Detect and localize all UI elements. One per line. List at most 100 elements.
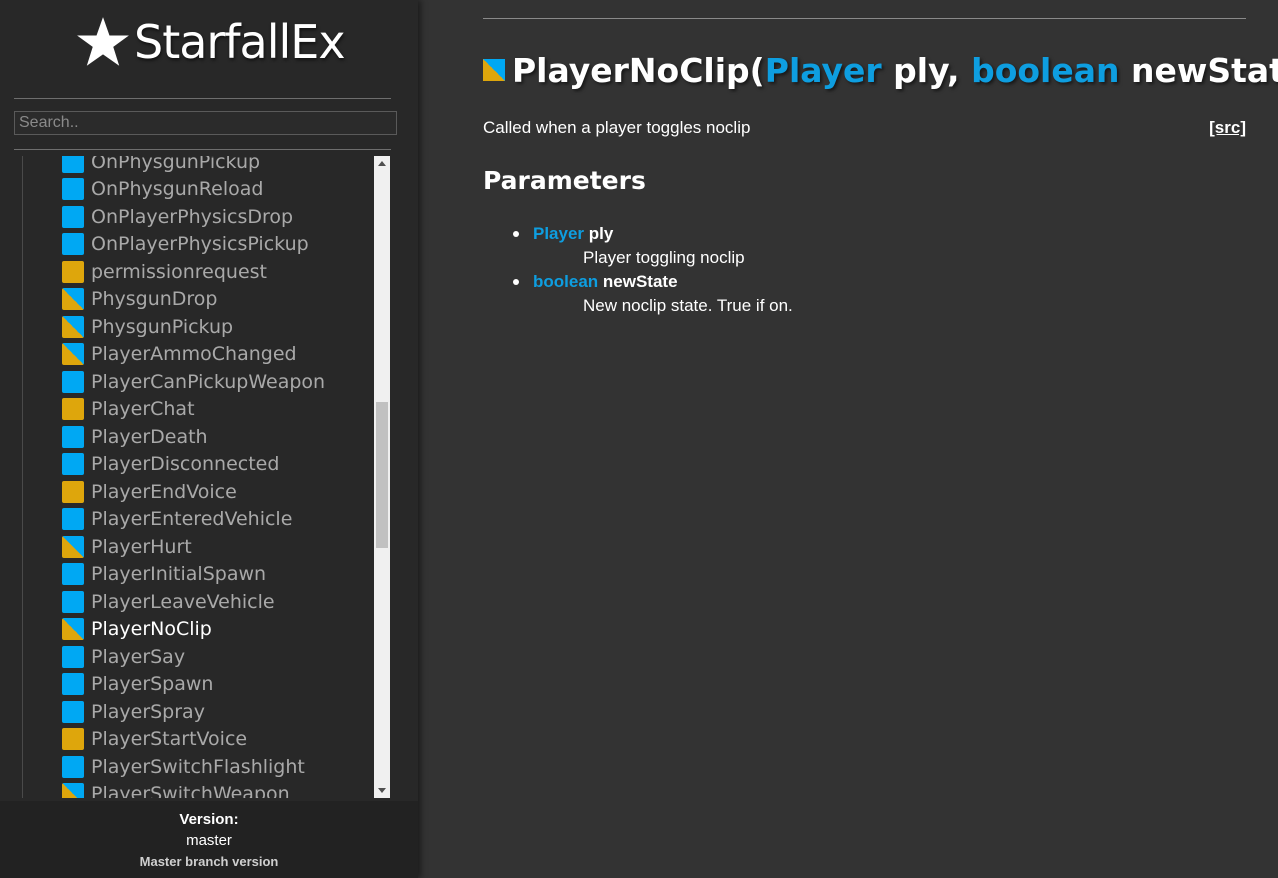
sidebar-item[interactable]: PlayerLeaveVehicle xyxy=(23,588,375,616)
shared-realm-icon xyxy=(483,59,505,81)
shared-realm-icon xyxy=(62,535,84,558)
sidebar-item[interactable]: PlayerInitialSpawn xyxy=(23,561,375,589)
scrollbar[interactable] xyxy=(374,156,390,798)
sidebar-item-label: PlayerEndVoice xyxy=(91,480,237,503)
sidebar-item[interactable]: PlayerSpray xyxy=(23,698,375,726)
sidebar-item-label: PlayerSwitchWeapon xyxy=(91,783,290,798)
parameter-signature: Player ply xyxy=(513,222,793,246)
sidebar-item-label: PlayerInitialSpawn xyxy=(91,563,267,586)
sidebar-item[interactable]: PlayerSay xyxy=(23,643,375,671)
search-input[interactable] xyxy=(14,111,397,135)
type-link-player[interactable]: Player xyxy=(765,51,882,90)
sidebar-item-label: PlayerSpawn xyxy=(91,673,214,696)
function-name: PlayerNoClip xyxy=(512,50,750,90)
version-label: Version: xyxy=(179,811,239,828)
sidebar-item-label: PlayerAmmoChanged xyxy=(91,343,297,366)
src-link[interactable]: [src] xyxy=(1209,118,1246,138)
parameter-list: Player ply Player toggling noclip boolea… xyxy=(513,222,793,318)
shared-realm-icon xyxy=(62,343,84,366)
sidebar-item[interactable]: PlayerStartVoice xyxy=(23,726,375,754)
server-realm-icon xyxy=(62,156,84,173)
client-realm-icon xyxy=(62,728,84,751)
sidebar-item-label: PlayerCanPickupWeapon xyxy=(91,370,326,393)
server-realm-icon xyxy=(62,425,84,448)
star-icon xyxy=(77,17,129,66)
sidebar-item[interactable]: PlayerAmmoChanged xyxy=(23,341,375,369)
sidebar-item[interactable]: OnPlayerPhysicsPickup xyxy=(23,231,375,259)
client-realm-icon xyxy=(62,480,84,503)
divider xyxy=(483,18,1246,19)
sidebar-item-label: PlayerSpray xyxy=(91,700,205,723)
scroll-down-arrow-icon[interactable] xyxy=(374,782,390,798)
sidebar-item[interactable]: PlayerNoClip xyxy=(23,616,375,644)
server-realm-icon xyxy=(62,233,84,256)
logo[interactable]: StarfallEx xyxy=(76,12,346,72)
sidebar: StarfallEx OnPhysgunPickup OnPhysgunReloa… xyxy=(0,0,418,878)
sidebar-item[interactable]: OnPlayerPhysicsDrop xyxy=(23,203,375,231)
shared-realm-icon xyxy=(62,783,84,798)
param-description: Player toggling noclip xyxy=(583,248,745,267)
sidebar-item-label: PlayerHurt xyxy=(91,535,192,558)
param-type-link[interactable]: boolean xyxy=(533,272,598,291)
shared-realm-icon xyxy=(62,288,84,311)
parameter-item: boolean newState New noclip state. True … xyxy=(513,270,793,318)
sidebar-item[interactable]: PlayerSpawn xyxy=(23,671,375,699)
sidebar-item-label: PlayerDeath xyxy=(91,425,208,448)
sidebar-item-label: PlayerNoClip xyxy=(91,618,212,641)
server-realm-icon xyxy=(62,590,84,613)
sidebar-item-label: PlayerLeaveVehicle xyxy=(91,590,275,613)
server-realm-icon xyxy=(62,178,84,201)
sidebar-item[interactable]: permissionrequest xyxy=(23,258,375,286)
server-realm-icon xyxy=(62,205,84,228)
sidebar-item[interactable]: PhysgunDrop xyxy=(23,286,375,314)
server-realm-icon xyxy=(62,755,84,778)
sidebar-item-label: PhysgunDrop xyxy=(91,288,218,311)
param-description: New noclip state. True if on. xyxy=(583,296,793,315)
scrollbar-thumb[interactable] xyxy=(376,402,388,548)
sidebar-item[interactable]: PlayerDisconnected xyxy=(23,451,375,479)
version-description: Master branch version xyxy=(139,854,279,869)
sidebar-item[interactable]: PlayerDeath xyxy=(23,423,375,451)
param-name: ply xyxy=(588,224,614,243)
sidebar-item[interactable]: PlayerCanPickupWeapon xyxy=(23,368,375,396)
server-realm-icon xyxy=(62,645,84,668)
sidebar-item[interactable]: OnPhysgunReload xyxy=(23,176,375,204)
sidebar-item-label: PlayerSay xyxy=(91,645,186,668)
sidebar-item[interactable]: PlayerSwitchWeapon xyxy=(23,781,375,798)
sidebar-item[interactable]: PlayerChat xyxy=(23,396,375,424)
hook-list: OnPhysgunPickup OnPhysgunReload OnPlayerPh… xyxy=(22,156,375,798)
sidebar-item-label: OnPhysgunPickup xyxy=(91,156,261,173)
sidebar-item-label: PlayerChat xyxy=(91,398,195,421)
sidebar-item[interactable]: PhysgunPickup xyxy=(23,313,375,341)
type-link-boolean[interactable]: boolean xyxy=(971,51,1119,90)
sidebar-item[interactable]: OnPhysgunPickup xyxy=(23,156,375,176)
sidebar-item-label: PlayerEnteredVehicle xyxy=(91,508,293,531)
sidebar-item-label: permissionrequest xyxy=(91,260,267,283)
arg-name: ply, xyxy=(881,50,972,90)
divider xyxy=(14,149,391,150)
sidebar-item[interactable]: PlayerSwitchFlashlight xyxy=(23,753,375,781)
version-value[interactable]: master xyxy=(0,832,418,849)
arg-name: newState xyxy=(1131,50,1278,90)
description: Called when a player toggles noclip xyxy=(483,118,751,137)
logo-text: StarfallEx xyxy=(134,15,346,69)
parameter-item: Player ply Player toggling noclip xyxy=(513,222,793,270)
server-realm-icon xyxy=(62,563,84,586)
server-realm-icon xyxy=(62,370,84,393)
server-realm-icon xyxy=(62,508,84,531)
sidebar-item-label: PlayerSwitchFlashlight xyxy=(91,755,305,778)
sidebar-item[interactable]: PlayerHurt xyxy=(23,533,375,561)
open-paren: ( xyxy=(749,50,765,90)
sidebar-item-label: PhysgunPickup xyxy=(91,315,234,338)
param-type-link[interactable]: Player xyxy=(533,224,584,243)
sidebar-item-label: OnPhysgunReload xyxy=(91,178,264,201)
sidebar-item-label: OnPlayerPhysicsPickup xyxy=(91,233,309,256)
server-realm-icon xyxy=(62,673,84,696)
sidebar-item[interactable]: PlayerEndVoice xyxy=(23,478,375,506)
shared-realm-icon xyxy=(62,315,84,338)
scroll-up-arrow-icon[interactable] xyxy=(374,156,390,172)
sidebar-item-label: PlayerStartVoice xyxy=(91,728,248,751)
param-name: newState xyxy=(602,272,678,291)
sidebar-item[interactable]: PlayerEnteredVehicle xyxy=(23,506,375,534)
shared-realm-icon xyxy=(62,618,84,641)
